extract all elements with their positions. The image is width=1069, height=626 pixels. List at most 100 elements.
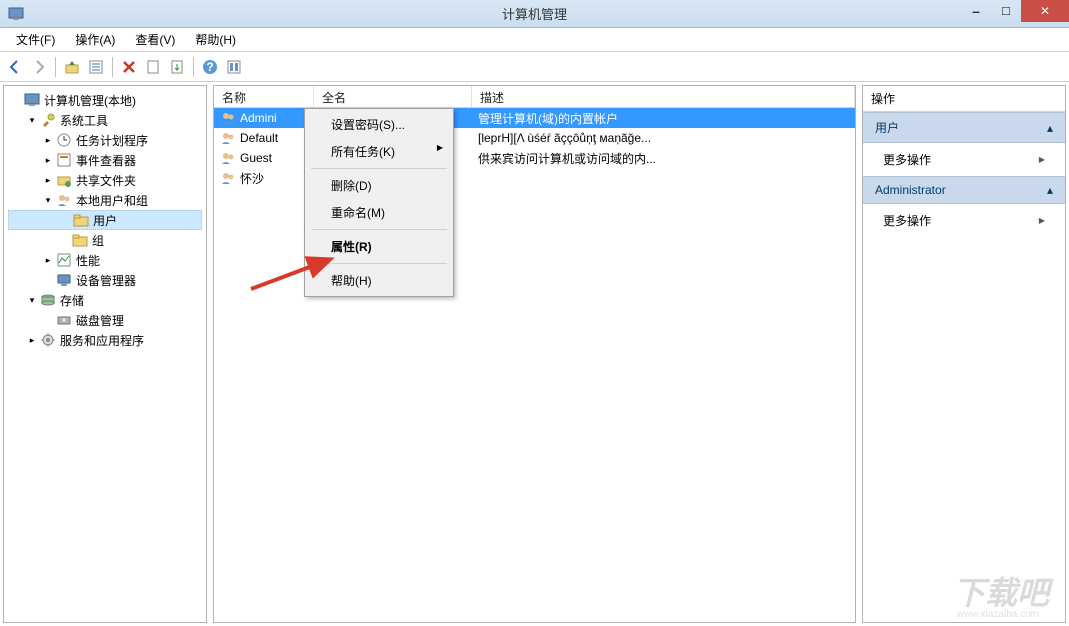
action-group-users-label: 用户 [875,119,899,136]
main-area: 计算机管理(本地)▾系统工具▸任务计划程序▸事件查看器▸共享文件夹▾本地用户和组… [0,82,1069,626]
tree-pane: 计算机管理(本地)▾系统工具▸任务计划程序▸事件查看器▸共享文件夹▾本地用户和组… [3,85,207,623]
event-icon [56,152,72,168]
list-header: 名称 全名 描述 [214,86,855,108]
list-pane: 名称 全名 描述 Admini管理计算机(域)的内置帐户Default[lepr… [213,85,856,623]
tree: 计算机管理(本地)▾系统工具▸任务计划程序▸事件查看器▸共享文件夹▾本地用户和组… [4,86,206,354]
expander-icon[interactable]: ▸ [42,154,54,166]
action-group-admin[interactable]: Administrator ▴ [863,176,1065,204]
new-button[interactable] [142,56,164,78]
expander-icon[interactable] [59,214,71,226]
expander-icon[interactable]: ▸ [42,134,54,146]
expander-icon[interactable] [42,274,54,286]
svg-text:?: ? [206,60,213,74]
action-group-admin-label: Administrator [875,183,946,197]
refresh-button[interactable] [223,56,245,78]
toolbar-divider [193,57,194,77]
expander-icon[interactable]: ▸ [42,174,54,186]
context-menu-separator [311,168,447,169]
tree-item-label: 任务计划程序 [76,132,148,149]
tree-item[interactable]: 用户 [8,210,202,230]
minimize-button[interactable] [961,0,991,22]
tree-item-label: 存储 [60,292,84,309]
disk-icon [56,312,72,328]
tree-item-label: 共享文件夹 [76,172,136,189]
tree-item[interactable]: ▸ 任务计划程序 [8,130,202,150]
expander-icon[interactable]: ▾ [42,194,54,206]
tree-item[interactable]: 计算机管理(本地) [8,90,202,110]
tree-item[interactable]: ▾系统工具 [8,110,202,130]
expander-icon[interactable]: ▾ [26,114,38,126]
expander-icon[interactable]: ▸ [42,254,54,266]
cell-desc: 管理计算机(域)的内置帐户 [472,108,855,129]
tree-item-label: 计算机管理(本地) [44,92,136,109]
tree-item[interactable]: ▾ 存储 [8,290,202,310]
toolbar: ? [0,52,1069,82]
nav-forward-button[interactable] [28,56,50,78]
context-menu-item[interactable]: 重命名(M) [307,199,451,226]
user-icon [220,130,236,146]
menu-view[interactable]: 查看(V) [125,29,185,50]
tree-item-label: 性能 [76,252,100,269]
tree-item-label: 用户 [93,212,117,229]
user-icon [220,150,236,166]
nav-back-button[interactable] [4,56,26,78]
expander-icon[interactable] [10,94,22,106]
action-pane-title: 操作 [863,86,1065,112]
close-button[interactable] [1021,0,1069,22]
up-button[interactable] [61,56,83,78]
tools-icon [40,112,56,128]
context-menu: 设置密码(S)...所有任务(K) 删除(D)重命名(M) 属性(R) 帮助(H) [304,108,454,297]
app-icon [8,6,24,22]
context-menu-item[interactable]: 所有任务(K) [307,138,451,165]
context-menu-separator [311,263,447,264]
context-menu-item[interactable]: 属性(R) [307,233,451,260]
dev-icon [56,272,72,288]
tree-item[interactable]: 设备管理器 [8,270,202,290]
tree-item[interactable]: ▸事件查看器 [8,150,202,170]
tree-item[interactable]: ▸ 共享文件夹 [8,170,202,190]
tree-item[interactable]: 组 [8,230,202,250]
tree-item-label: 设备管理器 [76,272,136,289]
maximize-button[interactable] [991,0,1021,22]
tree-item[interactable]: 磁盘管理 [8,310,202,330]
expander-icon[interactable] [58,234,70,246]
user-icon [220,110,236,126]
action-group-users[interactable]: 用户 ▴ [863,112,1065,143]
expander-icon[interactable]: ▸ [26,334,38,346]
tree-item-label: 磁盘管理 [76,312,124,329]
users-icon [56,192,72,208]
action-more-users[interactable]: 更多操作 [863,143,1065,176]
window-title: 计算机管理 [502,4,567,23]
properties-button[interactable] [85,56,107,78]
cell-name: Default [214,128,314,148]
tree-item[interactable]: ▾本地用户和组 [8,190,202,210]
menu-file[interactable]: 文件(F) [6,29,65,50]
context-menu-item[interactable]: 帮助(H) [307,267,451,294]
expander-icon[interactable]: ▾ [26,294,38,306]
help-button[interactable]: ? [199,56,221,78]
collapse-icon: ▴ [1047,121,1053,135]
sched-icon [56,132,72,148]
menu-action[interactable]: 操作(A) [65,29,125,50]
col-header-desc[interactable]: 描述 [472,86,855,107]
window-controls [961,0,1069,22]
tree-item[interactable]: ▸ 性能 [8,250,202,270]
context-menu-item[interactable]: 删除(D) [307,172,451,199]
delete-button[interactable] [118,56,140,78]
expander-icon[interactable] [42,314,54,326]
cell-desc: [leprH][Λ ùśéŕ ãççôůņţ мaņãğe... [472,129,855,147]
tree-item-label: 服务和应用程序 [60,332,144,349]
cell-name: Guest [214,148,314,168]
action-more-admin[interactable]: 更多操作 [863,204,1065,237]
toolbar-divider [112,57,113,77]
cell-name: 怀沙 [214,168,314,189]
export-button[interactable] [166,56,188,78]
folder-icon [73,212,89,228]
cell-desc [472,176,855,180]
tree-item[interactable]: ▸ 服务和应用程序 [8,330,202,350]
menu-help[interactable]: 帮助(H) [185,29,246,50]
perf-icon [56,252,72,268]
col-header-name[interactable]: 名称 [214,86,314,107]
context-menu-item[interactable]: 设置密码(S)... [307,111,451,138]
col-header-fullname[interactable]: 全名 [314,86,472,107]
